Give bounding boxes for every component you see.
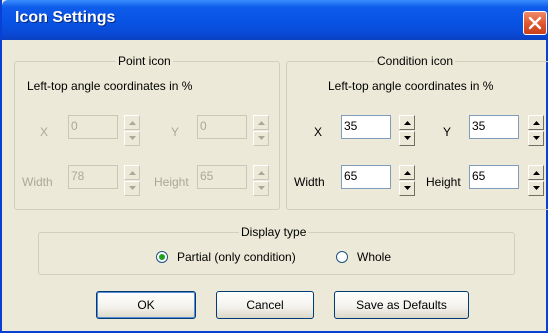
partial-radio-label[interactable]: Partial (only condition) bbox=[177, 250, 296, 264]
condition-height-label: Height bbox=[426, 175, 461, 189]
display-type-legend: Display type bbox=[239, 225, 309, 239]
point-height-field[interactable]: 65 bbox=[197, 165, 247, 189]
point-width-up-button[interactable] bbox=[124, 165, 140, 180]
point-height-up-button[interactable] bbox=[253, 165, 269, 180]
cancel-button[interactable]: Cancel bbox=[216, 291, 314, 319]
arrow-down-icon bbox=[129, 136, 136, 140]
radio-selected-dot bbox=[159, 254, 165, 260]
condition-y-down-button[interactable] bbox=[528, 131, 544, 146]
point-y-up-button[interactable] bbox=[253, 115, 269, 130]
point-height-label: Height bbox=[154, 175, 189, 189]
condition-x-down-button[interactable] bbox=[399, 131, 415, 146]
arrow-down-icon bbox=[258, 136, 265, 140]
arrow-down-icon bbox=[533, 186, 540, 190]
point-x-label: X bbox=[40, 125, 49, 139]
arrow-down-icon bbox=[404, 136, 411, 140]
window-title: Icon Settings bbox=[15, 9, 116, 26]
condition-width-down-button[interactable] bbox=[399, 181, 415, 196]
condition-height-spinner[interactable] bbox=[528, 165, 544, 197]
condition-width-up-button[interactable] bbox=[399, 165, 415, 180]
condition-icon-subtitle: Left-top angle coordinates in % bbox=[328, 79, 494, 93]
arrow-up-icon bbox=[404, 121, 411, 125]
title-bar[interactable]: Icon Settings bbox=[2, 0, 548, 40]
partial-radio[interactable] bbox=[156, 251, 168, 263]
arrow-down-icon bbox=[129, 186, 136, 190]
arrow-up-icon bbox=[533, 171, 540, 175]
condition-y-label: Y bbox=[443, 125, 452, 139]
point-y-down-button[interactable] bbox=[253, 131, 269, 146]
condition-y-field[interactable]: 35 bbox=[469, 115, 519, 139]
condition-width-label: Width bbox=[294, 175, 325, 189]
dialog-window: Icon Settings Point icon Left-top angle … bbox=[0, 0, 548, 333]
condition-x-spinner[interactable] bbox=[399, 115, 415, 147]
ok-button[interactable]: OK bbox=[96, 291, 196, 319]
point-width-field[interactable]: 78 bbox=[68, 165, 118, 189]
point-y-field[interactable]: 0 bbox=[197, 115, 247, 139]
point-x-field[interactable]: 0 bbox=[68, 115, 118, 139]
condition-x-field[interactable]: 35 bbox=[341, 115, 391, 139]
point-x-down-button[interactable] bbox=[124, 131, 140, 146]
condition-x-up-button[interactable] bbox=[399, 115, 415, 130]
arrow-up-icon bbox=[129, 171, 136, 175]
close-button[interactable] bbox=[523, 11, 547, 35]
point-x-spinner[interactable] bbox=[124, 115, 140, 147]
point-width-down-button[interactable] bbox=[124, 181, 140, 196]
point-height-spinner[interactable] bbox=[253, 165, 269, 197]
point-y-label: Y bbox=[171, 125, 180, 139]
condition-width-field[interactable]: 65 bbox=[341, 165, 391, 189]
condition-y-up-button[interactable] bbox=[528, 115, 544, 130]
arrow-up-icon bbox=[404, 171, 411, 175]
condition-y-spinner[interactable] bbox=[528, 115, 544, 147]
arrow-up-icon bbox=[258, 121, 265, 125]
point-y-spinner[interactable] bbox=[253, 115, 269, 147]
condition-height-up-button[interactable] bbox=[528, 165, 544, 180]
arrow-down-icon bbox=[258, 186, 265, 190]
point-x-up-button[interactable] bbox=[124, 115, 140, 130]
condition-x-label: X bbox=[314, 125, 323, 139]
condition-height-field[interactable]: 65 bbox=[469, 165, 519, 189]
arrow-up-icon bbox=[129, 121, 136, 125]
arrow-down-icon bbox=[404, 186, 411, 190]
close-icon bbox=[528, 16, 542, 30]
condition-width-spinner[interactable] bbox=[399, 165, 415, 197]
save-defaults-button[interactable]: Save as Defaults bbox=[334, 291, 469, 319]
whole-radio-label[interactable]: Whole bbox=[357, 250, 391, 264]
condition-height-down-button[interactable] bbox=[528, 181, 544, 196]
point-width-label: Width bbox=[22, 175, 53, 189]
arrow-up-icon bbox=[533, 121, 540, 125]
point-width-spinner[interactable] bbox=[124, 165, 140, 197]
point-icon-subtitle: Left-top angle coordinates in % bbox=[27, 79, 193, 93]
condition-icon-legend: Condition icon bbox=[375, 54, 456, 68]
point-height-down-button[interactable] bbox=[253, 181, 269, 196]
point-icon-legend: Point icon bbox=[116, 54, 173, 68]
arrow-down-icon bbox=[533, 136, 540, 140]
whole-radio[interactable] bbox=[336, 251, 348, 263]
arrow-up-icon bbox=[258, 171, 265, 175]
